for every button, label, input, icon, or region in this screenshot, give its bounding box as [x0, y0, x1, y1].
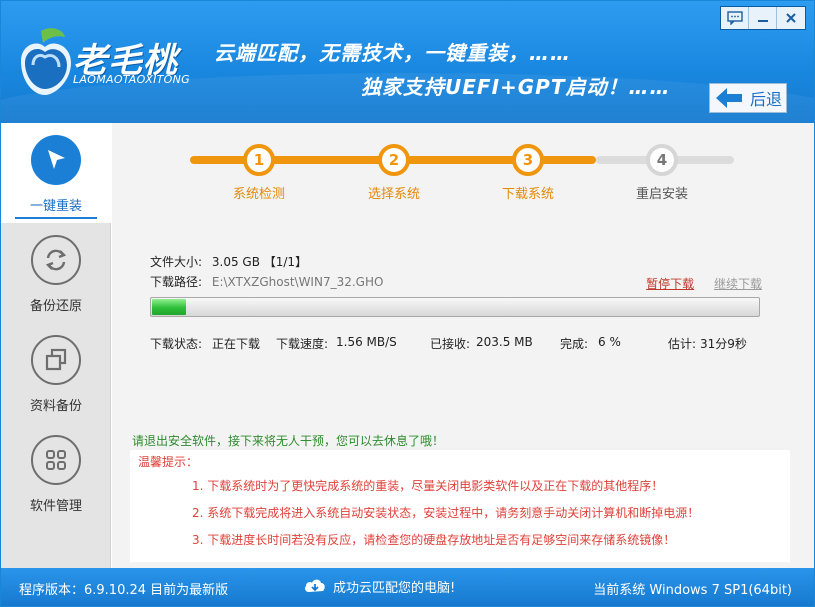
received-value: 203.5 MB: [476, 335, 533, 349]
cloud-download-icon: [305, 579, 325, 592]
app-window: 老毛桃 LAOMAOTAOXITONG 云端匹配，无需技术，一键重装，…… 独家…: [0, 0, 815, 607]
eta-value: 31分9秒: [700, 337, 747, 351]
step-2-label: 选择系统: [367, 187, 420, 202]
done-value: 6 %: [598, 335, 621, 349]
tips-title: 温馨提示：: [138, 455, 199, 469]
status-label: 下载状态:: [150, 337, 203, 351]
step-progress: 1 系统检测 2 选择系统 3 下载系统 4 重启安装: [112, 123, 814, 213]
peach-logo-icon: [21, 28, 71, 95]
download-progress-bar: [150, 297, 760, 317]
received-label: 已接收:: [430, 337, 471, 351]
sidebar-item-label: 备份还原: [29, 299, 82, 314]
cloud-match-text: 成功云匹配您的电脑!: [333, 580, 456, 596]
close-button[interactable]: [777, 7, 805, 29]
continue-download-link[interactable]: 继续下载: [714, 277, 762, 291]
sidebar-item-backup-restore[interactable]: 备份还原: [1, 223, 111, 323]
step-3-label: 下载系统: [501, 187, 554, 202]
main-panel: 1 系统检测 2 选择系统 3 下载系统 4 重启安装 文件大小: 3.05 G…: [112, 123, 814, 568]
step-1-label: 系统检测: [232, 187, 285, 202]
sidebar: 一键重装 备份还原 资料备份 软件管理: [1, 123, 111, 568]
logo: 老毛桃 LAOMAOTAOXITONG: [11, 19, 211, 109]
header-banner: 老毛桃 LAOMAOTAOXITONG 云端匹配，无需技术，一键重装，…… 独家…: [1, 1, 814, 123]
cloud-match-status: 成功云匹配您的电脑!: [303, 576, 455, 596]
cursor-arrow-icon: [48, 150, 65, 169]
tip-item: 1. 下载系统时为了更快完成系统的重装，尽量关闭电影类软件以及正在下载的其他程序…: [192, 479, 664, 493]
back-button-label: 后退: [750, 90, 783, 109]
tip-item: 3. 下载进度长时间若没有反应，请检查您的硬盘存放地址是否有足够空间来存储系统镜…: [192, 533, 676, 547]
logo-subtitle: LAOMAOTAOXITONG: [73, 73, 190, 86]
eta-label: 估计:: [668, 337, 697, 351]
sidebar-item-label: 一键重装: [29, 199, 82, 214]
speed-value: 1.56 MB/S: [336, 335, 397, 349]
step-4-label: 重启安装: [635, 187, 688, 202]
sidebar-item-label: 软件管理: [29, 499, 82, 514]
sidebar-item-data-backup[interactable]: 资料备份: [1, 323, 111, 423]
pause-download-link[interactable]: 暂停下载: [646, 277, 694, 291]
tips-box: 温馨提示： 1. 下载系统时为了更快完成系统的重装，尽量关闭电影类软件以及正在下…: [130, 450, 790, 562]
sidebar-item-software-manage[interactable]: 软件管理: [1, 423, 111, 523]
slogan-line-2: 独家支持UEFI+GPT启动！……: [361, 75, 671, 99]
minimize-icon: [757, 20, 768, 22]
slogan-line-1: 云端匹配，无需技术，一键重装，……: [214, 41, 571, 65]
download-path-value: E:\XTXZGhost\WIN7_32.GHO: [211, 275, 384, 289]
sidebar-item-label: 资料备份: [29, 399, 82, 414]
minimize-button[interactable]: [749, 7, 777, 29]
close-icon: [786, 13, 796, 23]
file-size-row: 文件大小: 3.05 GB 【1/1】: [150, 253, 762, 271]
chat-icon: [726, 11, 743, 25]
download-path-label: 下载路径:: [150, 275, 203, 289]
back-arrow-icon: [716, 88, 742, 108]
step-4-dot: 4: [646, 144, 678, 176]
grid-dots-icon: [46, 450, 66, 470]
step-1-dot: 1: [243, 144, 275, 176]
window-controls: [720, 6, 806, 30]
tip-item: 2. 系统下载完成将进入系统自动安装状态，安装过程中，请务刻意手动关闭计算机和断…: [192, 506, 700, 520]
feedback-button[interactable]: [721, 7, 749, 29]
program-version: 程序版本：6.9.10.24 目前为最新版: [19, 583, 229, 598]
file-size-label: 文件大小:: [150, 255, 203, 269]
copy-squares-icon: [45, 348, 67, 371]
file-size-value: 3.05 GB 【1/1】: [211, 255, 308, 269]
status-bar: 程序版本：6.9.10.24 目前为最新版 成功云匹配您的电脑! 当前系统 Wi…: [1, 568, 814, 606]
sidebar-item-reinstall[interactable]: 一键重装: [1, 123, 111, 223]
refresh-arrows-icon: [45, 249, 67, 271]
status-value: 正在下载: [212, 337, 261, 351]
done-label: 完成:: [560, 337, 589, 351]
step-2-dot: 2: [378, 144, 410, 176]
current-system: 当前系统 Windows 7 SP1(64bit): [593, 583, 792, 598]
download-progress-fill: [152, 299, 187, 315]
download-panel: 文件大小: 3.05 GB 【1/1】 下载路径: E:\XTXZGhost\W…: [150, 253, 762, 351]
speed-label: 下载速度:: [276, 337, 329, 351]
download-actions: 暂停下载 继续下载: [646, 275, 762, 292]
step-3-dot: 3: [512, 144, 544, 176]
back-button[interactable]: 后退: [709, 83, 787, 113]
safety-notice: 请退出安全软件，接下来将无人干预，您可以去休息了哦！: [132, 434, 445, 448]
